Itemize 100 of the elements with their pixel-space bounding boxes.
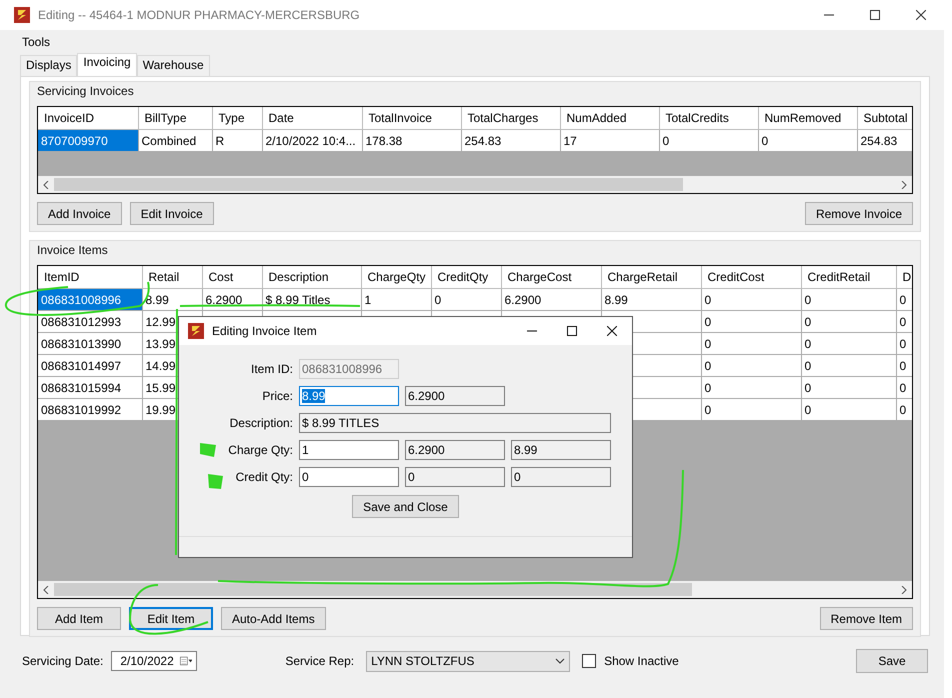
column-header[interactable]: ChargeQty [361, 266, 431, 288]
checkbox-label: Show Inactive [604, 654, 679, 668]
tab[interactable]: Displays [20, 55, 78, 76]
scroll-right-icon[interactable] [901, 180, 907, 188]
table-cell[interactable]: 0 [801, 310, 896, 332]
table-cell[interactable]: 0 [896, 332, 912, 354]
table-cell[interactable]: 254.83 [857, 130, 912, 152]
grid-button[interactable]: Auto-Add Items [221, 607, 326, 630]
table-cell[interactable]: 0 [801, 354, 896, 376]
dropdown-caret-icon[interactable] [555, 658, 566, 664]
column-header[interactable]: CreditRetail [801, 266, 896, 288]
scroll-left-icon[interactable] [43, 180, 49, 188]
column-header[interactable]: Cost [202, 266, 262, 288]
tick-mark [200, 443, 216, 457]
table-cell[interactable]: 086831008996 [38, 288, 142, 310]
table-cell[interactable]: 0 [701, 288, 801, 310]
grid-button[interactable]: Edit Item [129, 607, 213, 630]
input-field[interactable]: 0 [299, 467, 399, 487]
column-header[interactable]: NumRemoved [758, 107, 857, 130]
table-cell[interactable]: 0 [701, 398, 801, 420]
group-title: Invoice Items [37, 243, 109, 257]
table-cell[interactable]: 0 [758, 130, 857, 152]
field-label: Description: [230, 416, 293, 430]
table-cell[interactable]: Combined [138, 130, 212, 152]
readonly-field: 6.2900 [405, 386, 505, 406]
field-label: Charge Qty: [228, 443, 293, 457]
table-cell[interactable]: 8.99 [601, 288, 701, 310]
table-cell[interactable]: 8.99 [142, 288, 202, 310]
field-label: Item ID: [250, 362, 293, 376]
grid-button[interactable]: Add Invoice [37, 202, 122, 225]
table-cell[interactable]: 086831012993 [38, 310, 142, 332]
column-header[interactable]: TotalCharges [461, 107, 560, 130]
save-close-button[interactable]: Save and Close [352, 495, 459, 518]
column-header[interactable]: CreditCost [701, 266, 801, 288]
rep-dropdown[interactable]: LYNN STOLTZFUS [366, 650, 570, 672]
tab[interactable]: Warehouse [136, 55, 210, 76]
scroll-left-icon[interactable] [43, 586, 49, 594]
table-cell[interactable]: $ 8.99 Titles [262, 288, 361, 310]
table-cell[interactable]: 2/10/2022 10:4... [262, 130, 362, 152]
column-header[interactable]: Subtotal [857, 107, 912, 130]
table-cell[interactable]: 178.38 [362, 130, 461, 152]
grid-button[interactable]: Add Item [37, 607, 121, 630]
readonly-field: $ 8.99 TITLES [299, 413, 611, 433]
input-field[interactable]: 8.99 [299, 386, 399, 406]
table-cell[interactable]: 0 [701, 332, 801, 354]
column-header[interactable]: TotalCredits [659, 107, 758, 130]
table-cell[interactable]: 1 [361, 288, 431, 310]
table-cell[interactable]: 0 [659, 130, 758, 152]
horizontal-scrollbar[interactable] [38, 581, 912, 598]
column-header[interactable]: Description [262, 266, 361, 288]
window-title: Editing -- 45464-1 MODNUR PHARMACY-MERCERSBURG [38, 8, 361, 22]
table-cell[interactable]: 0 [896, 310, 912, 332]
table-cell[interactable]: 086831019992 [38, 398, 142, 420]
menu-item[interactable]: Tools [16, 35, 56, 49]
column-header[interactable]: TotalInvoice [362, 107, 461, 130]
tab[interactable]: Invoicing [77, 53, 137, 76]
table-cell[interactable]: 086831014997 [38, 354, 142, 376]
table-cell[interactable]: 254.83 [461, 130, 560, 152]
table-cell[interactable]: 0 [896, 288, 912, 310]
table-cell[interactable]: 0 [701, 376, 801, 398]
input-field[interactable]: 1 [299, 440, 399, 460]
table-cell[interactable]: 0 [701, 354, 801, 376]
column-header[interactable]: Type [212, 107, 262, 130]
column-header[interactable]: ChargeCost [501, 266, 601, 288]
table-cell[interactable]: 0 [896, 354, 912, 376]
table-cell[interactable]: 6.2900 [202, 288, 262, 310]
table-cell[interactable]: 8707009970 [38, 130, 138, 152]
grid-button[interactable]: Edit Invoice [130, 202, 214, 225]
table-cell[interactable]: 17 [560, 130, 659, 152]
scroll-right-icon[interactable] [901, 586, 907, 594]
column-header[interactable]: BillType [138, 107, 212, 130]
table-cell[interactable]: 0 [801, 376, 896, 398]
column-header[interactable]: CreditQty [431, 266, 501, 288]
column-header[interactable]: Date [262, 107, 362, 130]
horizontal-scrollbar[interactable] [38, 176, 912, 193]
table-cell[interactable]: 0 [801, 398, 896, 420]
app-logo-icon [188, 323, 204, 339]
table-cell[interactable]: 0 [801, 332, 896, 354]
table-cell[interactable]: 0 [431, 288, 501, 310]
date-picker[interactable]: 2/10/2022 [111, 651, 198, 671]
column-header[interactable]: NumAdded [560, 107, 659, 130]
item-id-field: 086831008996 [299, 359, 399, 379]
table-cell[interactable]: 086831013990 [38, 332, 142, 354]
table-cell[interactable]: 0 [801, 288, 896, 310]
remove-button[interactable]: Remove Invoice [804, 202, 913, 225]
table-cell[interactable]: 0 [701, 310, 801, 332]
table-cell[interactable]: 0 [896, 398, 912, 420]
table-cell[interactable]: 086831015994 [38, 376, 142, 398]
column-header[interactable]: Retail [142, 266, 202, 288]
table-cell[interactable]: R [212, 130, 262, 152]
column-header[interactable]: ChargeRetail [601, 266, 701, 288]
checkbox[interactable] [582, 654, 596, 668]
save-button[interactable]: Save [856, 649, 928, 673]
field-label: Credit Qty: [236, 470, 293, 484]
calendar-icon[interactable] [180, 655, 192, 667]
remove-button[interactable]: Remove Item [820, 607, 913, 630]
table-cell[interactable]: 6.2900 [501, 288, 601, 310]
readonly-field: 0 [511, 467, 611, 487]
column-header[interactable]: D [896, 266, 912, 288]
table-cell[interactable]: 0 [896, 376, 912, 398]
